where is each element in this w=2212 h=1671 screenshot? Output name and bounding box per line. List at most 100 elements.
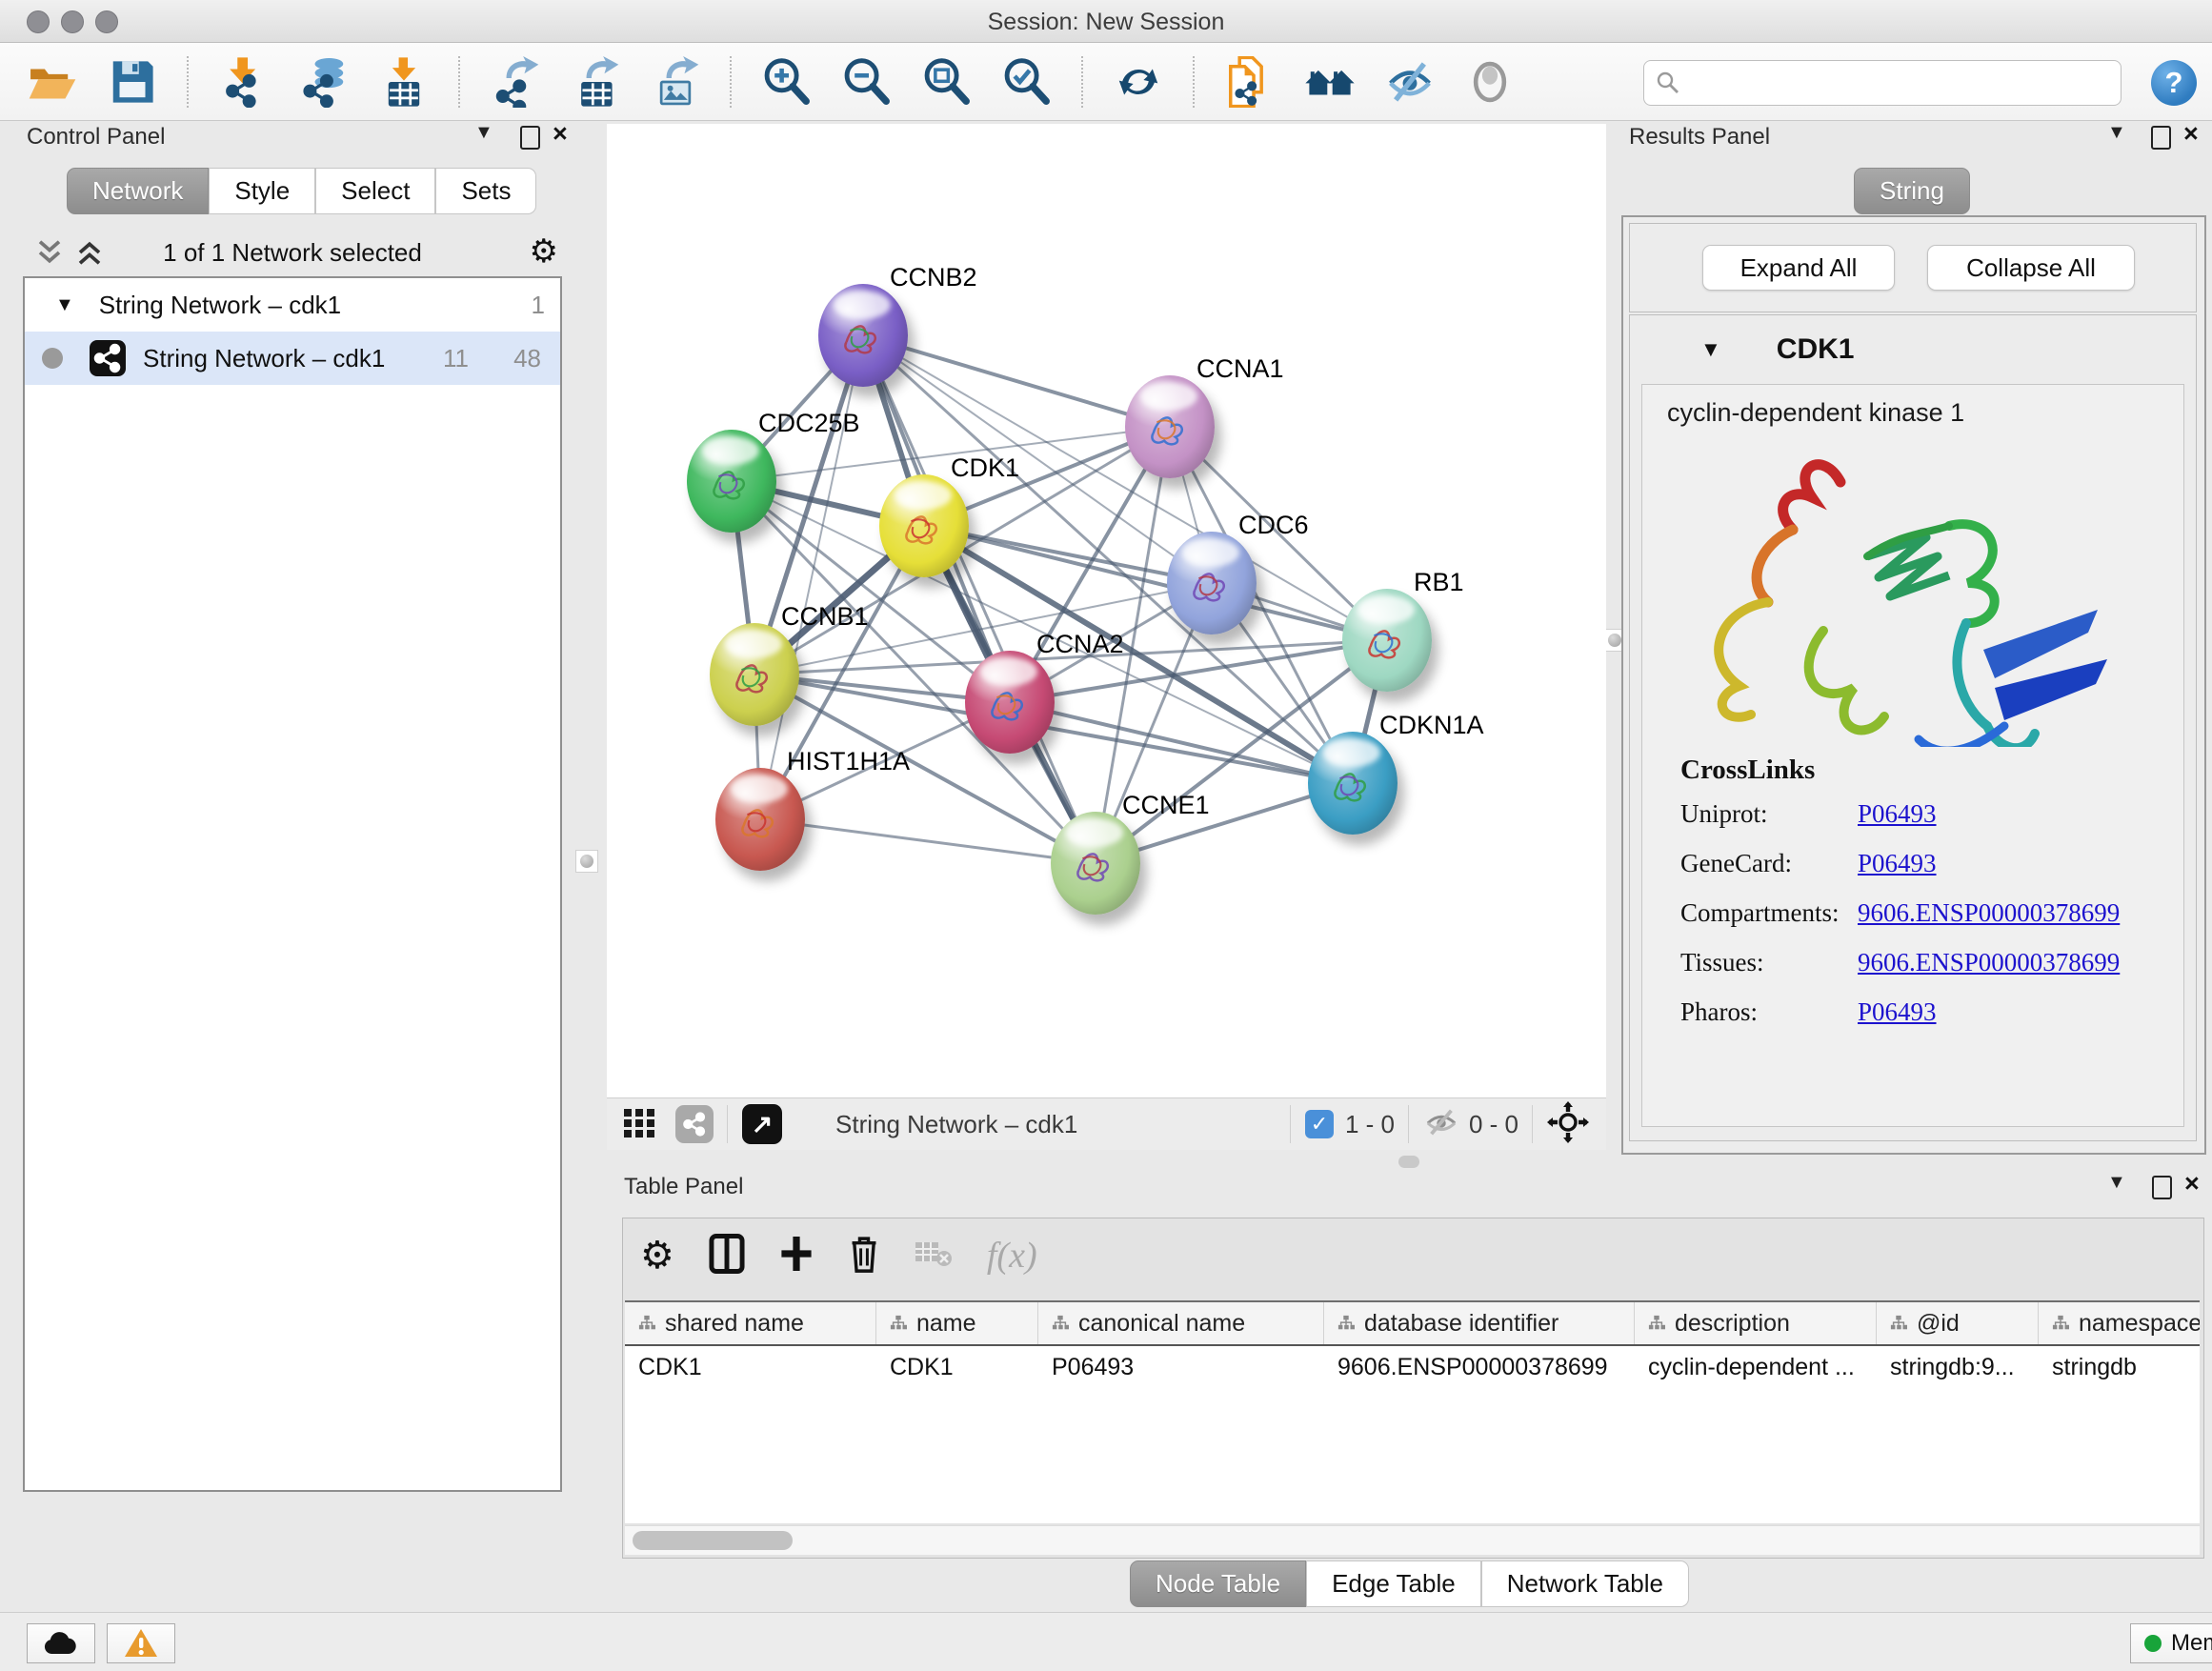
table-cell[interactable]: P06493	[1038, 1346, 1324, 1388]
cybrowser-home-button[interactable]	[1304, 56, 1356, 108]
table-panel-tabs: Node TableEdge TableNetwork Table	[1130, 1560, 1689, 1607]
external-view-icon[interactable]: ↗	[742, 1104, 782, 1144]
help-button[interactable]: ?	[2151, 60, 2197, 106]
delete-column-icon[interactable]	[848, 1234, 880, 1278]
import-table-file-button[interactable]	[378, 56, 430, 108]
tab-style[interactable]: Style	[209, 168, 315, 214]
table-cell[interactable]: stringdb:9...	[1877, 1346, 2039, 1388]
network-canvas[interactable]: CCNB2CCNA1CDC25BCDK1CDC6RB1CCNB1CCNA2CDK…	[607, 124, 1606, 1097]
close-panel-button[interactable]: ×	[2183, 119, 2199, 149]
network-node-ccna2[interactable]	[965, 651, 1055, 754]
export-table-button[interactable]	[570, 56, 621, 108]
export-image-button[interactable]	[650, 56, 701, 108]
table-gear-icon[interactable]: ⚙	[640, 1234, 674, 1278]
selected-checkbox-icon[interactable]: ✓	[1305, 1110, 1334, 1138]
collapse-panel-button[interactable]: ▼	[2107, 1172, 2126, 1194]
collapse-all-button[interactable]: Collapse All	[1927, 245, 2135, 291]
memory-button[interactable]: Memory	[2130, 1623, 2212, 1663]
table-cell[interactable]: 9606.ENSP00000378699	[1324, 1346, 1635, 1388]
column-header-name[interactable]: name	[876, 1302, 1038, 1344]
cloud-button[interactable]	[27, 1623, 95, 1663]
expand-all-button[interactable]: Expand All	[1702, 245, 1895, 291]
apply-preferred-layout-button[interactable]	[1113, 56, 1164, 108]
zoom-in-button[interactable]	[761, 56, 813, 108]
left-splitter-handle[interactable]	[575, 850, 598, 873]
fit-selected-crosshair-icon[interactable]	[1547, 1101, 1589, 1148]
scrollbar-thumb[interactable]	[633, 1531, 793, 1550]
tab-select[interactable]: Select	[315, 168, 435, 214]
show-columns-icon[interactable]	[709, 1234, 745, 1278]
float-panel-button[interactable]	[520, 126, 540, 150]
protein-header-row[interactable]: ▼ CDK1	[1630, 315, 2196, 384]
close-panel-button[interactable]: ×	[2184, 1169, 2200, 1198]
table-row[interactable]: CDK1CDK1P064939606.ENSP00000378699cyclin…	[625, 1346, 2200, 1388]
collapse-panel-button[interactable]: ▼	[2107, 122, 2126, 144]
tab-network-table[interactable]: Network Table	[1481, 1560, 1689, 1607]
save-button[interactable]	[107, 56, 158, 108]
import-network-file-button[interactable]	[218, 56, 270, 108]
import-network-database-button[interactable]	[298, 56, 350, 108]
search-input[interactable]	[1688, 65, 2111, 99]
network-node-hist1h1a[interactable]	[715, 768, 805, 871]
warnings-button[interactable]	[107, 1623, 175, 1663]
network-node-ccne1[interactable]	[1051, 812, 1140, 915]
network-collection-row[interactable]: ▼ String Network – cdk1 1	[25, 278, 560, 332]
import-network-ndex-button[interactable]	[1224, 56, 1276, 108]
collapse-section-icon[interactable]: ▼	[1700, 337, 1721, 362]
tab-node-table[interactable]: Node Table	[1130, 1560, 1306, 1607]
create-column-icon[interactable]	[779, 1234, 814, 1278]
zoom-selected-button[interactable]	[1001, 56, 1053, 108]
gear-icon[interactable]: ⚙	[530, 232, 558, 271]
column-header-database-identifier[interactable]: database identifier	[1324, 1302, 1635, 1344]
hide-selected-button[interactable]	[1384, 56, 1436, 108]
function-builder-icon[interactable]: f(x)	[987, 1235, 1037, 1277]
network-node-ccnb2[interactable]	[818, 284, 908, 387]
grid-view-icon[interactable]	[622, 1105, 656, 1144]
delete-table-icon[interactable]	[915, 1238, 953, 1274]
column-header-shared-name[interactable]: shared name	[625, 1302, 876, 1344]
column-header-description[interactable]: description	[1635, 1302, 1877, 1344]
table-cell[interactable]: CDK1	[876, 1346, 1038, 1388]
show-all-button[interactable]	[1464, 56, 1516, 108]
collapse-panel-button[interactable]: ▼	[474, 122, 493, 144]
share-view-icon[interactable]	[675, 1105, 714, 1143]
network-node-cdc6[interactable]	[1167, 532, 1257, 634]
network-node-cdc25b[interactable]	[687, 430, 776, 533]
zoom-fit-button[interactable]	[921, 56, 973, 108]
show-all-icon	[1464, 56, 1516, 108]
tab-sets[interactable]: Sets	[435, 168, 536, 214]
export-network-button[interactable]	[490, 56, 541, 108]
table-cell[interactable]: CDK1	[625, 1346, 876, 1388]
hidden-eye-icon[interactable]	[1423, 1106, 1459, 1143]
network-node-ccnb1[interactable]	[710, 623, 799, 726]
zoom-out-button[interactable]	[841, 56, 893, 108]
network-row[interactable]: String Network – cdk1 11 48	[25, 332, 560, 385]
horizontal-splitter-handle[interactable]	[1398, 1156, 1419, 1168]
crosslink-link[interactable]: P06493	[1858, 997, 1937, 1027]
crosslink-link[interactable]: P06493	[1858, 799, 1937, 829]
horizontal-scrollbar[interactable]	[625, 1525, 2200, 1555]
table-cell[interactable]: stringdb	[2039, 1346, 2200, 1388]
crosslink-link[interactable]: 9606.ENSP00000378699	[1858, 898, 2120, 928]
crosslink-link[interactable]: P06493	[1858, 849, 1937, 878]
column-header--id[interactable]: @id	[1877, 1302, 2039, 1344]
network-node-ccna1[interactable]	[1125, 375, 1215, 478]
float-panel-button[interactable]	[2151, 126, 2171, 150]
close-panel-button[interactable]: ×	[553, 119, 568, 149]
column-header-namespace[interactable]: namespace	[2039, 1302, 2200, 1344]
crosslink-link[interactable]: 9606.ENSP00000378699	[1858, 948, 2120, 977]
tree-expander-icon[interactable]: ▼	[55, 294, 74, 316]
title-bar: Session: New Session	[0, 0, 2212, 43]
table-cell[interactable]: cyclin-dependent ...	[1635, 1346, 1877, 1388]
tab-network[interactable]: Network	[67, 168, 209, 214]
column-header-canonical-name[interactable]: canonical name	[1038, 1302, 1324, 1344]
network-node-cdkn1a[interactable]	[1308, 732, 1398, 835]
open-button[interactable]	[27, 56, 78, 108]
float-panel-button[interactable]	[2152, 1176, 2172, 1199]
network-node-cdk1[interactable]	[879, 474, 969, 577]
protein-section: ▼ CDK1 cyclin-dependent kinase 1	[1629, 314, 2197, 1141]
network-node-rb1[interactable]	[1342, 589, 1432, 692]
tab-edge-table[interactable]: Edge Table	[1306, 1560, 1481, 1607]
network-list-header: 1 of 1 Network selected ⚙	[23, 231, 562, 276]
tab-string[interactable]: String	[1854, 168, 1970, 214]
